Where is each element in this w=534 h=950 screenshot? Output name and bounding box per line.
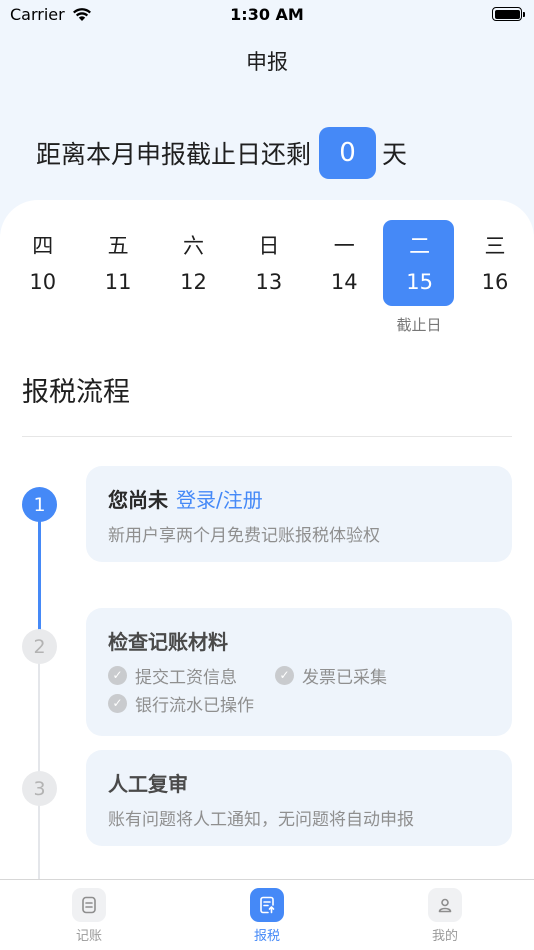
notes-icon [72,888,106,922]
calendar-day[interactable]: 一 14 [307,220,382,306]
step-card-login[interactable]: 您尚未 登录/注册 新用户享两个月免费记账报税体验权 [86,466,512,562]
tab-label: 记账 [75,929,102,944]
weekday-label: 三 [484,234,506,258]
step-subtitle: 账有问题将人工通知，无问题将自动申报 [108,810,414,830]
tab-label: 报税 [253,929,280,944]
check-icon: ✓ [275,665,294,685]
status-time: 1:30 AM [230,5,304,24]
date-label: 13 [255,270,283,294]
step-subtitle: 新用户享两个月免费记账报税体验权 [108,526,380,546]
check-item: ✓ 提交工资信息 [108,661,237,689]
date-label: 11 [104,270,132,294]
calendar-day[interactable]: 五 11 [80,220,155,306]
step-title: 人工复审 [108,772,188,796]
weekday-label: 六 [182,234,204,258]
tax-report-icon [250,888,284,922]
calendar-day-selected[interactable]: 二 15 截止日 [382,220,457,334]
date-label: 14 [330,270,358,294]
status-bar: Carrier 1:30 AM [0,0,534,30]
page-title: 申报 [246,50,288,74]
calendar-day[interactable]: 六 12 [156,220,231,306]
user-icon [428,888,462,922]
calendar-day[interactable]: 日 13 [231,220,306,306]
step-number-3: 3 [22,771,57,806]
weekday-label: 五 [107,234,129,258]
countdown-suffix: 天 [382,140,408,169]
tab-bar: 记账 报税 我的 [0,879,534,950]
step-number-1: 1 [22,487,57,522]
check-label: 提交工资信息 [135,667,237,688]
step-title: 检查记账材料 [108,630,228,654]
countdown-prefix: 距离本月申报截止日还剩 [36,140,312,169]
timeline-progress-line [38,520,41,630]
step-card-check-materials[interactable]: 检查记账材料 ✓ 提交工资信息 ✓ 发票已采集 ✓ 银行流水已操作 [86,608,512,736]
step-card-manual-review[interactable]: 人工复审 账有问题将人工通知，无问题将自动申报 [86,750,512,846]
battery-icon [492,7,525,21]
step-number-2: 2 [22,629,57,664]
check-item: ✓ 发票已采集 [275,661,387,689]
date-label: 16 [481,270,509,294]
weekday-label: 日 [258,234,280,258]
check-item: ✓ 银行流水已操作 [108,689,254,717]
check-label: 银行流水已操作 [135,695,254,716]
step-title: 您尚未 [108,488,168,512]
date-label: 10 [29,270,57,294]
divider [22,436,512,437]
deadline-countdown: 距离本月申报截止日还剩 0 天 [36,127,407,179]
date-label: 15 [406,270,434,294]
timeline-line [38,630,40,880]
days-remaining-badge: 0 [319,127,377,179]
check-row: ✓ 提交工资信息 ✓ 发票已采集 [108,661,490,689]
weekday-label: 二 [409,234,431,258]
main-content: 四 10 五 11 六 12 日 13 一 14 二 15 截止日 三 16 报… [0,200,534,880]
process-title: 报税流程 [22,377,130,408]
tab-tax-filing[interactable]: 报税 [178,880,356,950]
weekday-label: 四 [32,234,54,258]
tab-profile[interactable]: 我的 [356,880,534,950]
check-row: ✓ 银行流水已操作 [108,689,490,717]
login-register-link[interactable]: 登录/注册 [176,488,263,512]
check-icon: ✓ [108,693,127,713]
tab-bookkeeping[interactable]: 记账 [0,880,178,950]
calendar-day[interactable]: 三 16 [457,220,532,306]
step-title-row: 您尚未 登录/注册 [108,484,490,513]
calendar-day[interactable]: 四 10 [5,220,80,306]
check-label: 发票已采集 [302,667,387,688]
tab-label: 我的 [431,929,458,944]
check-icon: ✓ [108,665,127,685]
date-label: 12 [180,270,207,294]
deadline-label: 截止日 [396,316,442,334]
week-calendar: 四 10 五 11 六 12 日 13 一 14 二 15 截止日 三 16 [5,220,533,340]
weekday-label: 一 [333,234,355,258]
